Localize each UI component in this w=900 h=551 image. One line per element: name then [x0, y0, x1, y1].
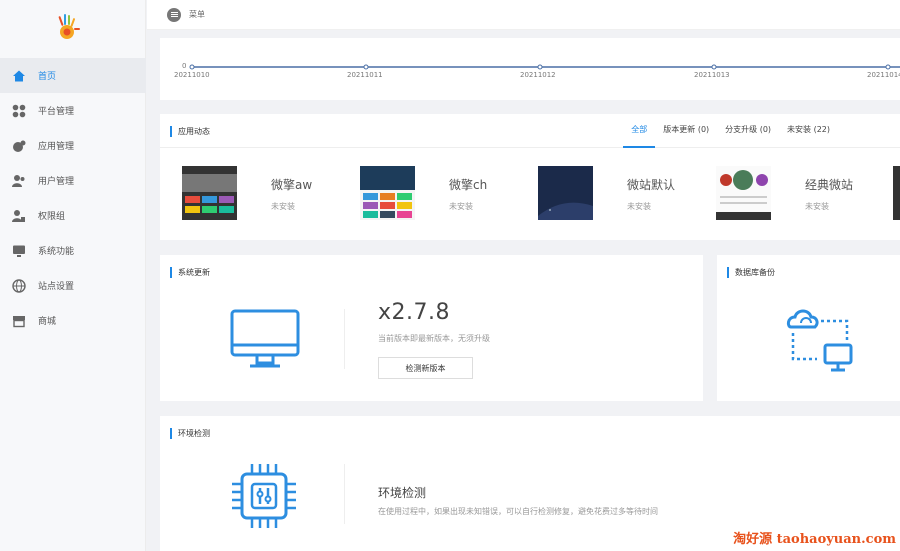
sidebar: 首页 平台管理 应用管理 用户管理 权限组 系统功能 站点设置 商城	[0, 0, 146, 551]
sidebar-item-permission[interactable]: 权限组	[0, 198, 146, 233]
system-update-card: 系统更新 x2.7.8 当前版本即最新版本，无须升级 检测新版本	[160, 255, 703, 401]
sidebar-item-home[interactable]: 首页	[0, 58, 146, 93]
menu-icon[interactable]	[167, 7, 181, 22]
timeline-date: 20211011	[347, 71, 383, 79]
timeline-zero-label: 0	[182, 62, 187, 70]
system-update-title: 系统更新	[170, 265, 210, 279]
permission-icon	[12, 209, 26, 223]
grid-icon	[12, 104, 26, 118]
apps-icon	[12, 139, 26, 153]
sidebar-item-label: 系统功能	[38, 247, 75, 257]
menu-label[interactable]: 菜单	[189, 9, 205, 20]
cloud-backup-icon[interactable]	[785, 301, 857, 373]
environment-check-heading: 环境检测	[378, 486, 427, 500]
environment-check-title: 环境检测	[170, 426, 210, 440]
monitor-icon	[12, 244, 26, 258]
app-item[interactable]: 微站默认 未安装	[538, 166, 675, 222]
chip-icon	[232, 464, 296, 528]
app-item[interactable]: 微擎aw 未安装	[182, 166, 312, 222]
timeline-date: 20211012	[520, 71, 556, 79]
sidebar-item-site-settings[interactable]: 站点设置	[0, 268, 146, 303]
tab-branch-upgrade[interactable]: 分支升级 (0)	[717, 118, 779, 148]
sidebar-item-store[interactable]: 商城	[0, 303, 146, 338]
top-bar: 菜单	[147, 0, 900, 30]
version-description: 当前版本即最新版本，无须升级	[378, 334, 490, 343]
app-thumbnail	[182, 166, 237, 220]
app-status: 未安装	[271, 202, 295, 211]
tab-version-update[interactable]: 版本更新 (0)	[655, 118, 717, 148]
app-name: 微擎ch	[449, 178, 488, 192]
sidebar-item-label: 权限组	[38, 212, 66, 222]
app-dynamics-card: 应用动态 全部 版本更新 (0) 分支升级 (0) 未安装 (22) 微擎aw …	[160, 114, 900, 240]
version-number: x2.7.8	[378, 300, 450, 325]
app-name: 微擎aw	[271, 178, 313, 192]
timeline-axis	[189, 64, 900, 70]
app-thumbnail	[360, 166, 415, 220]
sidebar-item-platform[interactable]: 平台管理	[0, 93, 146, 128]
divider	[344, 464, 345, 524]
sidebar-item-label: 应用管理	[38, 142, 75, 152]
sidebar-item-label: 平台管理	[38, 107, 75, 117]
sidebar-item-label: 首页	[38, 72, 57, 82]
sidebar-item-label: 用户管理	[38, 177, 75, 187]
timeline-chart: 0 20211010 20211011 20211012 20211013 20…	[160, 38, 900, 100]
app-dynamics-title: 应用动态	[170, 124, 210, 138]
app-status: 未安装	[449, 202, 473, 211]
check-update-button[interactable]: 检测新版本	[378, 357, 473, 379]
store-icon	[12, 314, 26, 328]
app-name: 经典微站	[805, 178, 854, 192]
sidebar-item-label: 站点设置	[38, 282, 75, 292]
timeline-date: 20211010	[174, 71, 210, 79]
home-icon	[12, 69, 26, 83]
app-thumbnail-partial	[893, 166, 900, 220]
timeline-date: 20211013	[694, 71, 730, 79]
database-backup-title: 数据库备份	[727, 265, 775, 279]
environment-check-description: 在使用过程中，如果出现未知错误，可以自行检测修复，避免花费过多等待时间	[378, 507, 658, 516]
sidebar-item-system[interactable]: 系统功能	[0, 233, 146, 268]
database-backup-card: 数据库备份	[717, 255, 900, 401]
app-item[interactable]: 微擎ch 未安装	[360, 166, 487, 222]
globe-icon	[12, 278, 26, 293]
sidebar-nav: 首页 平台管理 应用管理 用户管理 权限组 系统功能 站点设置 商城	[0, 58, 146, 338]
app-thumbnail	[538, 166, 593, 220]
sidebar-item-label: 商城	[38, 317, 57, 327]
tab-not-installed[interactable]: 未安装 (22)	[779, 118, 838, 148]
app-thumbnail	[716, 166, 771, 220]
sidebar-item-users[interactable]: 用户管理	[0, 163, 146, 198]
timeline-date: 20211014	[867, 71, 900, 79]
sidebar-item-apps[interactable]: 应用管理	[0, 128, 146, 163]
watermark: 淘好源 taohaoyuan.com	[733, 532, 896, 547]
monitor-icon	[230, 309, 300, 368]
app-item[interactable]: 经典微站 未安装	[716, 166, 853, 222]
app-name: 微站默认	[627, 178, 676, 192]
app-status: 未安装	[627, 202, 651, 211]
users-icon	[12, 174, 26, 188]
logo-hand-icon	[58, 14, 80, 39]
app-tabs: 全部 版本更新 (0) 分支升级 (0) 未安装 (22)	[623, 118, 838, 148]
divider	[344, 309, 345, 369]
tab-all[interactable]: 全部	[623, 118, 656, 148]
app-status: 未安装	[805, 202, 829, 211]
